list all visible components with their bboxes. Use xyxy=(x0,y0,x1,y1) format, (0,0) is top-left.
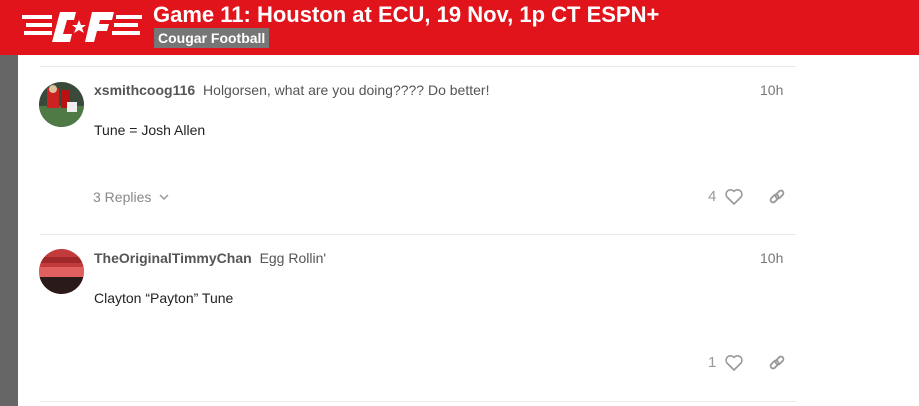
username[interactable]: xsmithcoog116 xyxy=(94,82,195,98)
user-title: Holgorsen, what are you doing???? Do bet… xyxy=(203,82,490,98)
post-body: Clayton “Payton” Tune xyxy=(94,290,234,306)
post-date[interactable]: 10h xyxy=(760,82,783,98)
post: TheOriginalTimmyChan Egg Rollin' 10h Cla… xyxy=(0,235,919,402)
replies-button[interactable]: 3 Replies xyxy=(93,189,170,205)
heart-icon[interactable] xyxy=(724,187,744,207)
link-icon[interactable] xyxy=(767,187,787,207)
category-badge[interactable]: Cougar Football xyxy=(154,28,270,48)
post-meta: xsmithcoog116 Holgorsen, what are you do… xyxy=(94,82,489,98)
post-divider xyxy=(40,401,796,402)
post-date[interactable]: 10h xyxy=(760,250,783,266)
post-meta: TheOriginalTimmyChan Egg Rollin' xyxy=(94,250,326,266)
topic-title[interactable]: Game 11: Houston at ECU, 19 Nov, 1p CT E… xyxy=(153,2,659,28)
avatar[interactable] xyxy=(39,249,84,294)
user-title: Egg Rollin' xyxy=(259,250,327,266)
replies-label: 3 Replies xyxy=(93,189,152,205)
heart-icon[interactable] xyxy=(724,353,744,373)
like-count: 1 xyxy=(708,354,717,371)
username[interactable]: TheOriginalTimmyChan xyxy=(94,250,252,266)
post-body: Tune = Josh Allen xyxy=(94,122,206,138)
like-count: 4 xyxy=(708,188,717,205)
avatar[interactable] xyxy=(39,82,84,127)
site-logo[interactable] xyxy=(22,6,142,48)
link-icon[interactable] xyxy=(767,353,787,373)
site-header: Game 11: Houston at ECU, 19 Nov, 1p CT E… xyxy=(0,0,919,55)
chevron-down-icon xyxy=(159,194,169,201)
post: xsmithcoog116 Holgorsen, what are you do… xyxy=(0,67,919,234)
